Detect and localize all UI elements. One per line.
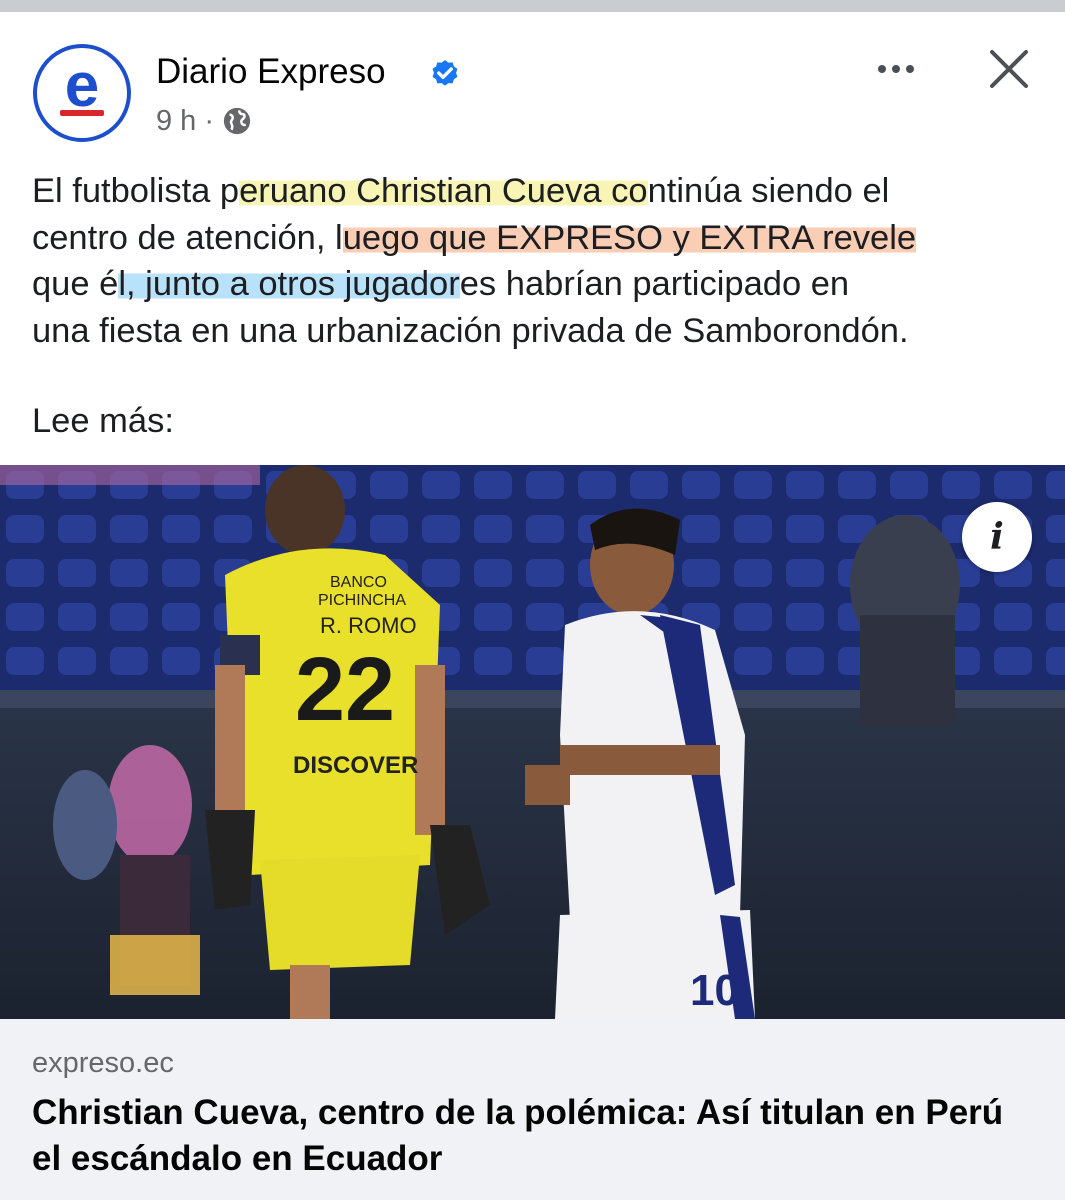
avatar[interactable]: e [33,44,131,142]
post-time[interactable]: 9 h [156,103,196,139]
highlight-orange: uego que EXPRESO y EXTRA revele [342,218,917,257]
avatar-logo-bar [60,110,104,116]
text-span: centro de atención, l [32,218,343,257]
post-meta: 9 h · [156,103,252,139]
meta-separator: · [204,105,214,137]
info-icon[interactable]: i [962,502,1032,572]
page-name[interactable]: Diario Expreso [156,50,386,94]
post-text-line: centro de atención, luego que EXPRESO y … [32,215,1042,262]
text-span: es habrían participado en [459,265,850,303]
sponsor-chest: DISCOVER [293,752,418,779]
jersey-name: R. ROMO [320,613,417,638]
post-text: El futbolista peruano Christian Cueva co… [32,168,1042,354]
sponsor-bottom: PICHINCHA [318,592,406,609]
text-span: ntinúa siendo el [647,172,890,210]
stadium-scene: R. ROMO 22 BANCO PICHINCHA DISCOVER 10 [0,465,1065,1019]
sponsor-top: BANCO [330,574,387,591]
post-photo[interactable]: R. ROMO 22 BANCO PICHINCHA DISCOVER 10 [0,465,1065,1019]
post-text-line: una fiesta en una urbanización privada d… [32,311,909,350]
text-span: que é [32,265,119,303]
close-icon[interactable] [984,44,1034,94]
more-options-icon[interactable] [868,48,924,90]
globe-icon [223,107,251,135]
verified-badge-icon [432,60,458,86]
post-text-line: que él, junto a otros jugadores habrían … [32,261,1042,308]
text-span: El futbolista p [32,172,240,210]
jersey-number: 22 [295,640,395,740]
avatar-logo-letter: e [64,51,100,120]
highlight-blue: l, junto a otros jugador [118,265,460,303]
top-divider [0,0,1065,12]
jersey-number-right: 10 [690,966,739,1015]
link-title[interactable]: Christian Cueva, centro de la polémica: … [32,1090,1032,1182]
highlight-yellow: eruano Christian Cueva co [239,172,648,210]
post-text-line: El futbolista peruano Christian Cueva co… [32,168,1042,215]
link-domain: expreso.ec [32,1047,174,1079]
read-more-text: Lee más: [32,402,174,440]
